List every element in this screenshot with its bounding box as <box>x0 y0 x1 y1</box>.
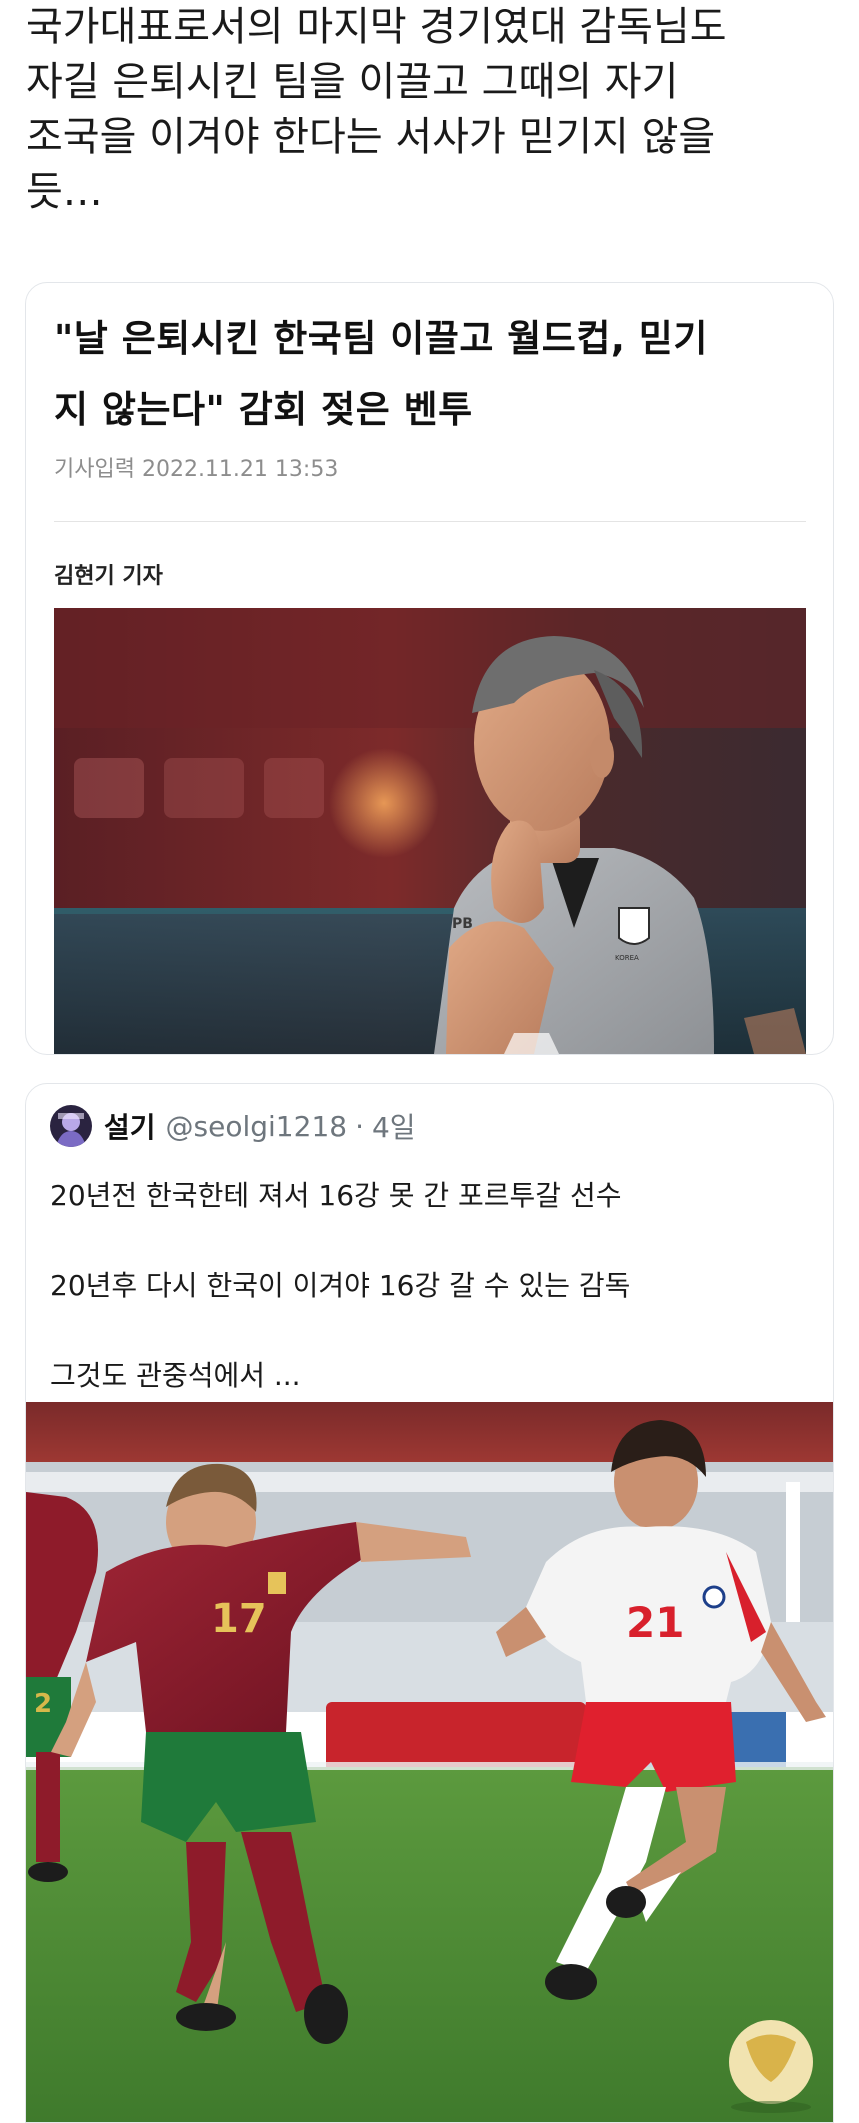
back-player-number: 2 <box>34 1689 52 1719</box>
intro-line: 자길 은퇴시킨 팀을 이끌고 그때의 자기 <box>26 59 679 105</box>
article-title[interactable]: "날 은퇴시킨 한국팀 이끌고 월드컵, 믿기 지 않는다" 감회 젖은 벤투 <box>54 303 814 445</box>
match-photo-image: 2 17 21 <box>26 1402 833 2122</box>
korea-crest-icon <box>702 1585 726 1609</box>
tweet-timestamp[interactable]: 4일 <box>372 1106 416 1146</box>
avatar-image-icon <box>50 1105 92 1147</box>
tweet-card[interactable]: 설기 @seolgi1218 · 4일 20년전 한국한테 져서 16강 못 간… <box>25 1083 834 2123</box>
article-title-line: "날 은퇴시킨 한국팀 이끌고 월드컵, 믿기 <box>54 317 708 360</box>
portugal-player-number: 17 <box>211 1596 267 1642</box>
tweet-author-name[interactable]: 설기 <box>104 1106 156 1146</box>
article-date: 기사입력 2022.11.21 13:53 <box>54 457 339 482</box>
tweet-text-line: 20년후 다시 한국이 이겨야 16강 갈 수 있는 감독 <box>50 1269 631 1302</box>
tweet-photo[interactable]: 2 17 21 <box>26 1402 833 2122</box>
intro-line: 듯… <box>26 169 103 215</box>
shirt-initials: PB <box>452 916 473 932</box>
article-title-line: 지 않는다" 감회 젖은 벤투 <box>54 388 473 431</box>
intro-line: 조국을 이겨야 한다는 서사가 믿기지 않을 <box>26 114 716 160</box>
tweet-separator: · <box>355 1109 364 1143</box>
article-photo[interactable]: PB KOREA <box>54 608 806 1054</box>
intro-line: 국가대표로서의 마지막 경기였대 감독님도 <box>26 4 727 50</box>
korea-player-number: 21 <box>626 1598 684 1647</box>
shirt-badge-label: KOREA <box>615 954 639 962</box>
article-author: 김현기 기자 <box>54 564 163 589</box>
tweet-author-handle[interactable]: @seolgi1218 <box>166 1110 348 1143</box>
tweet-text-line: 20년전 한국한테 져서 16강 못 간 포르투갈 선수 <box>50 1179 622 1212</box>
coach-photo-image: PB KOREA <box>54 608 806 1054</box>
article-card[interactable]: "날 은퇴시킨 한국팀 이끌고 월드컵, 믿기 지 않는다" 감회 젖은 벤투 … <box>25 282 834 1055</box>
article-divider <box>54 521 806 522</box>
intro-text: 국가대표로서의 마지막 경기였대 감독님도 자길 은퇴시킨 팀을 이끌고 그때의… <box>26 0 836 220</box>
korea-crest-icon <box>618 907 650 945</box>
tweet-header: 설기 @seolgi1218 · 4일 <box>50 1104 416 1148</box>
avatar[interactable] <box>50 1105 92 1147</box>
